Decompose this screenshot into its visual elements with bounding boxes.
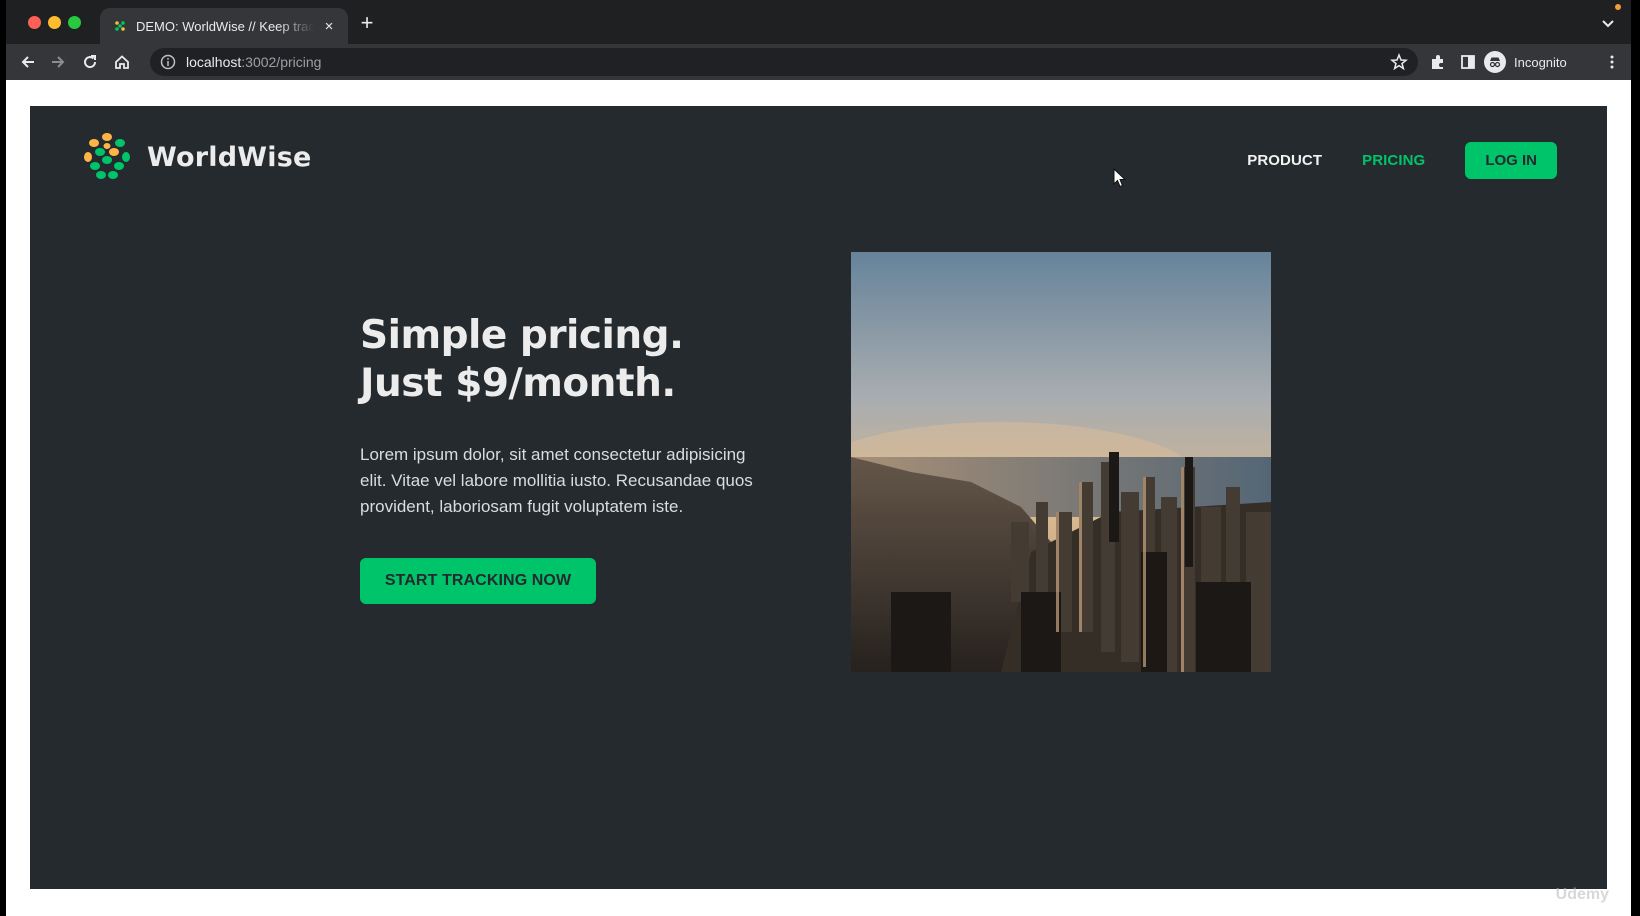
logo-link[interactable]: WorldWise (80, 130, 312, 184)
start-tracking-button[interactable]: START TRACKING NOW (360, 558, 596, 604)
incognito-icon (1484, 51, 1506, 73)
back-icon (21, 56, 34, 68)
page-viewport: WorldWise Product Pricing LOG IN Simple … (6, 80, 1631, 916)
headline-line-1: Simple pricing. (360, 313, 684, 358)
bookmark-star-icon[interactable] (1390, 53, 1408, 71)
tab-title: DEMO: WorldWise // Keep track of your ad… (136, 18, 314, 34)
url-path: :3002/pricing (241, 54, 322, 70)
headline-line-2: Just $9/month. (360, 361, 676, 406)
forward-button[interactable] (46, 50, 70, 74)
home-icon (115, 55, 129, 69)
profile-button[interactable]: Incognito (1484, 49, 1567, 75)
reload-button[interactable] (78, 50, 102, 74)
login-button[interactable]: LOG IN (1465, 142, 1557, 179)
reload-icon (84, 55, 97, 69)
page-title: Simple pricing. Just $9/month. (360, 312, 780, 408)
tab-close-icon[interactable]: × (320, 17, 338, 35)
tab-search-icon[interactable] (1599, 14, 1617, 32)
side-panel-button[interactable] (1456, 50, 1480, 74)
recording-indicator (1615, 4, 1621, 10)
extensions-button[interactable] (1426, 50, 1450, 74)
pricing-page: WorldWise Product Pricing LOG IN Simple … (30, 106, 1607, 889)
home-button[interactable] (110, 50, 134, 74)
nav-link-product[interactable]: Product (1247, 152, 1322, 169)
zoom-window-button[interactable] (68, 16, 81, 29)
brand-name: WorldWise (147, 141, 312, 173)
worldwise-favicon-icon (112, 18, 128, 34)
browser-toolbar: localhost:3002/pricing Incognito (6, 44, 1631, 80)
mouse-cursor-icon (1113, 168, 1127, 188)
main-nav: Product Pricing LOG IN (1247, 142, 1557, 179)
tab-strip: DEMO: WorldWise // Keep track of your ad… (6, 0, 1631, 44)
extensions-icon (1432, 55, 1443, 69)
address-bar[interactable]: localhost:3002/pricing (150, 48, 1418, 76)
browser-window: DEMO: WorldWise // Keep track of your ad… (6, 0, 1631, 916)
back-button[interactable] (16, 50, 40, 74)
active-tab[interactable]: DEMO: WorldWise // Keep track of your ad… (100, 8, 348, 44)
site-info-icon[interactable] (160, 54, 176, 70)
pricing-description: Lorem ipsum dolor, sit amet consectetur … (360, 445, 753, 516)
side-panel-icon (1461, 55, 1475, 69)
city-skyline-image (851, 252, 1271, 672)
pricing-section: Simple pricing. Just $9/month. Lorem ips… (360, 312, 780, 604)
nav-link-pricing[interactable]: Pricing (1362, 152, 1425, 169)
url-host: localhost (186, 54, 242, 70)
udemy-watermark: Udemy (1555, 886, 1609, 903)
forward-icon (52, 56, 65, 68)
new-tab-button[interactable]: + (356, 12, 378, 35)
profile-label: Incognito (1514, 54, 1567, 70)
menu-icon (1610, 55, 1614, 69)
browser-menu-button[interactable] (1600, 50, 1624, 74)
aerial-city-skyline-photo (851, 252, 1271, 672)
minimize-window-button[interactable] (48, 16, 61, 29)
worldwise-logo-icon (81, 131, 133, 183)
close-window-button[interactable] (28, 16, 41, 29)
